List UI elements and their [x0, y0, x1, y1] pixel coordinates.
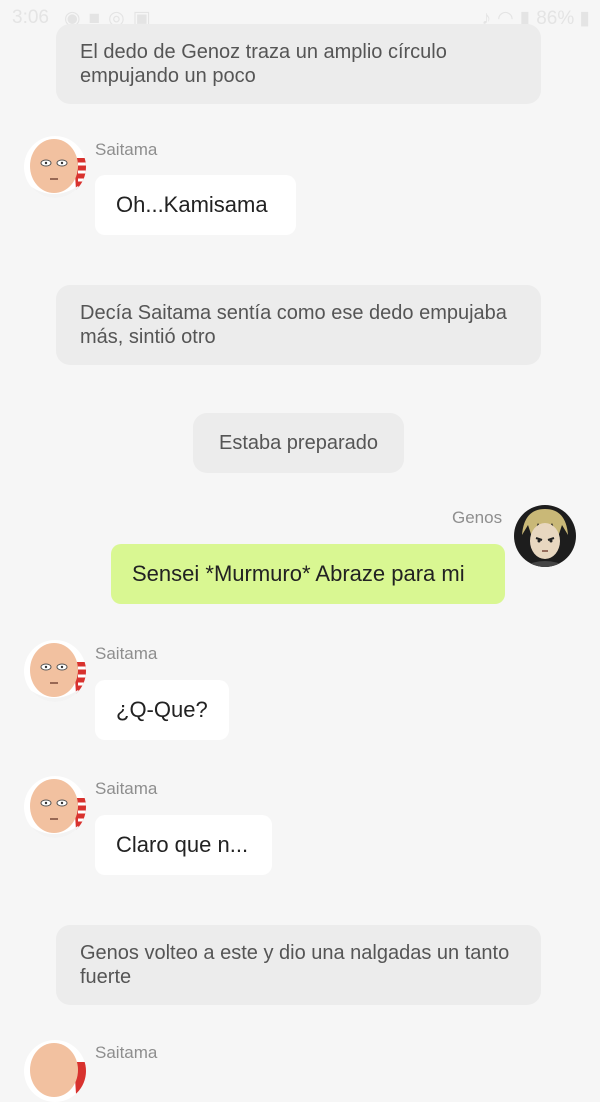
- saitama-avatar[interactable]: [24, 136, 86, 198]
- narration-text: Decía Saitama sentía como ese dedo empuj…: [80, 302, 507, 348]
- sender-name: Saitama: [95, 644, 158, 663]
- chat-bubble[interactable]: ¿Q-Que?: [95, 680, 229, 740]
- battery-level: 86%: [536, 8, 575, 29]
- narration-text: El dedo de Genoz traza un amplio círculo…: [80, 41, 447, 87]
- saitama-avatar[interactable]: [24, 776, 86, 838]
- status-time: 3:06: [12, 7, 49, 28]
- narration-text: Estaba preparado: [218, 432, 378, 454]
- chat-bubble[interactable]: Claro que n...: [95, 815, 272, 875]
- narration-message: El dedo de Genoz traza un amplio círculo…: [56, 24, 541, 104]
- genos-avatar[interactable]: [514, 505, 576, 567]
- chat-bubble-text: Claro que n...: [116, 832, 249, 857]
- narration-text: Genos volteo a este y dio una nalgadas u…: [80, 942, 510, 988]
- saitama-avatar[interactable]: [24, 640, 86, 702]
- saitama-avatar[interactable]: [24, 1040, 86, 1102]
- chat-bubble-text: ¿Q-Que?: [116, 697, 208, 722]
- narration-message: Genos volteo a este y dio una nalgadas u…: [56, 925, 541, 1005]
- chat-bubble-outgoing[interactable]: Sensei *Murmuro* Abraze para mi: [111, 544, 505, 604]
- narration-message: Decía Saitama sentía como ese dedo empuj…: [56, 285, 541, 365]
- chat-bubble-text: Oh...Kamisama: [116, 192, 268, 217]
- sender-name: Saitama: [95, 1043, 158, 1062]
- sender-name: Saitama: [95, 140, 158, 159]
- chat-bubble[interactable]: Oh...Kamisama: [95, 175, 296, 235]
- sender-name: Saitama: [95, 779, 158, 798]
- battery-icon: ▮: [574, 8, 590, 29]
- narration-message: Estaba preparado: [193, 413, 404, 473]
- sender-name: Genos: [452, 508, 503, 527]
- chat-bubble-text: Sensei *Murmuro* Abraze para mi: [132, 561, 465, 586]
